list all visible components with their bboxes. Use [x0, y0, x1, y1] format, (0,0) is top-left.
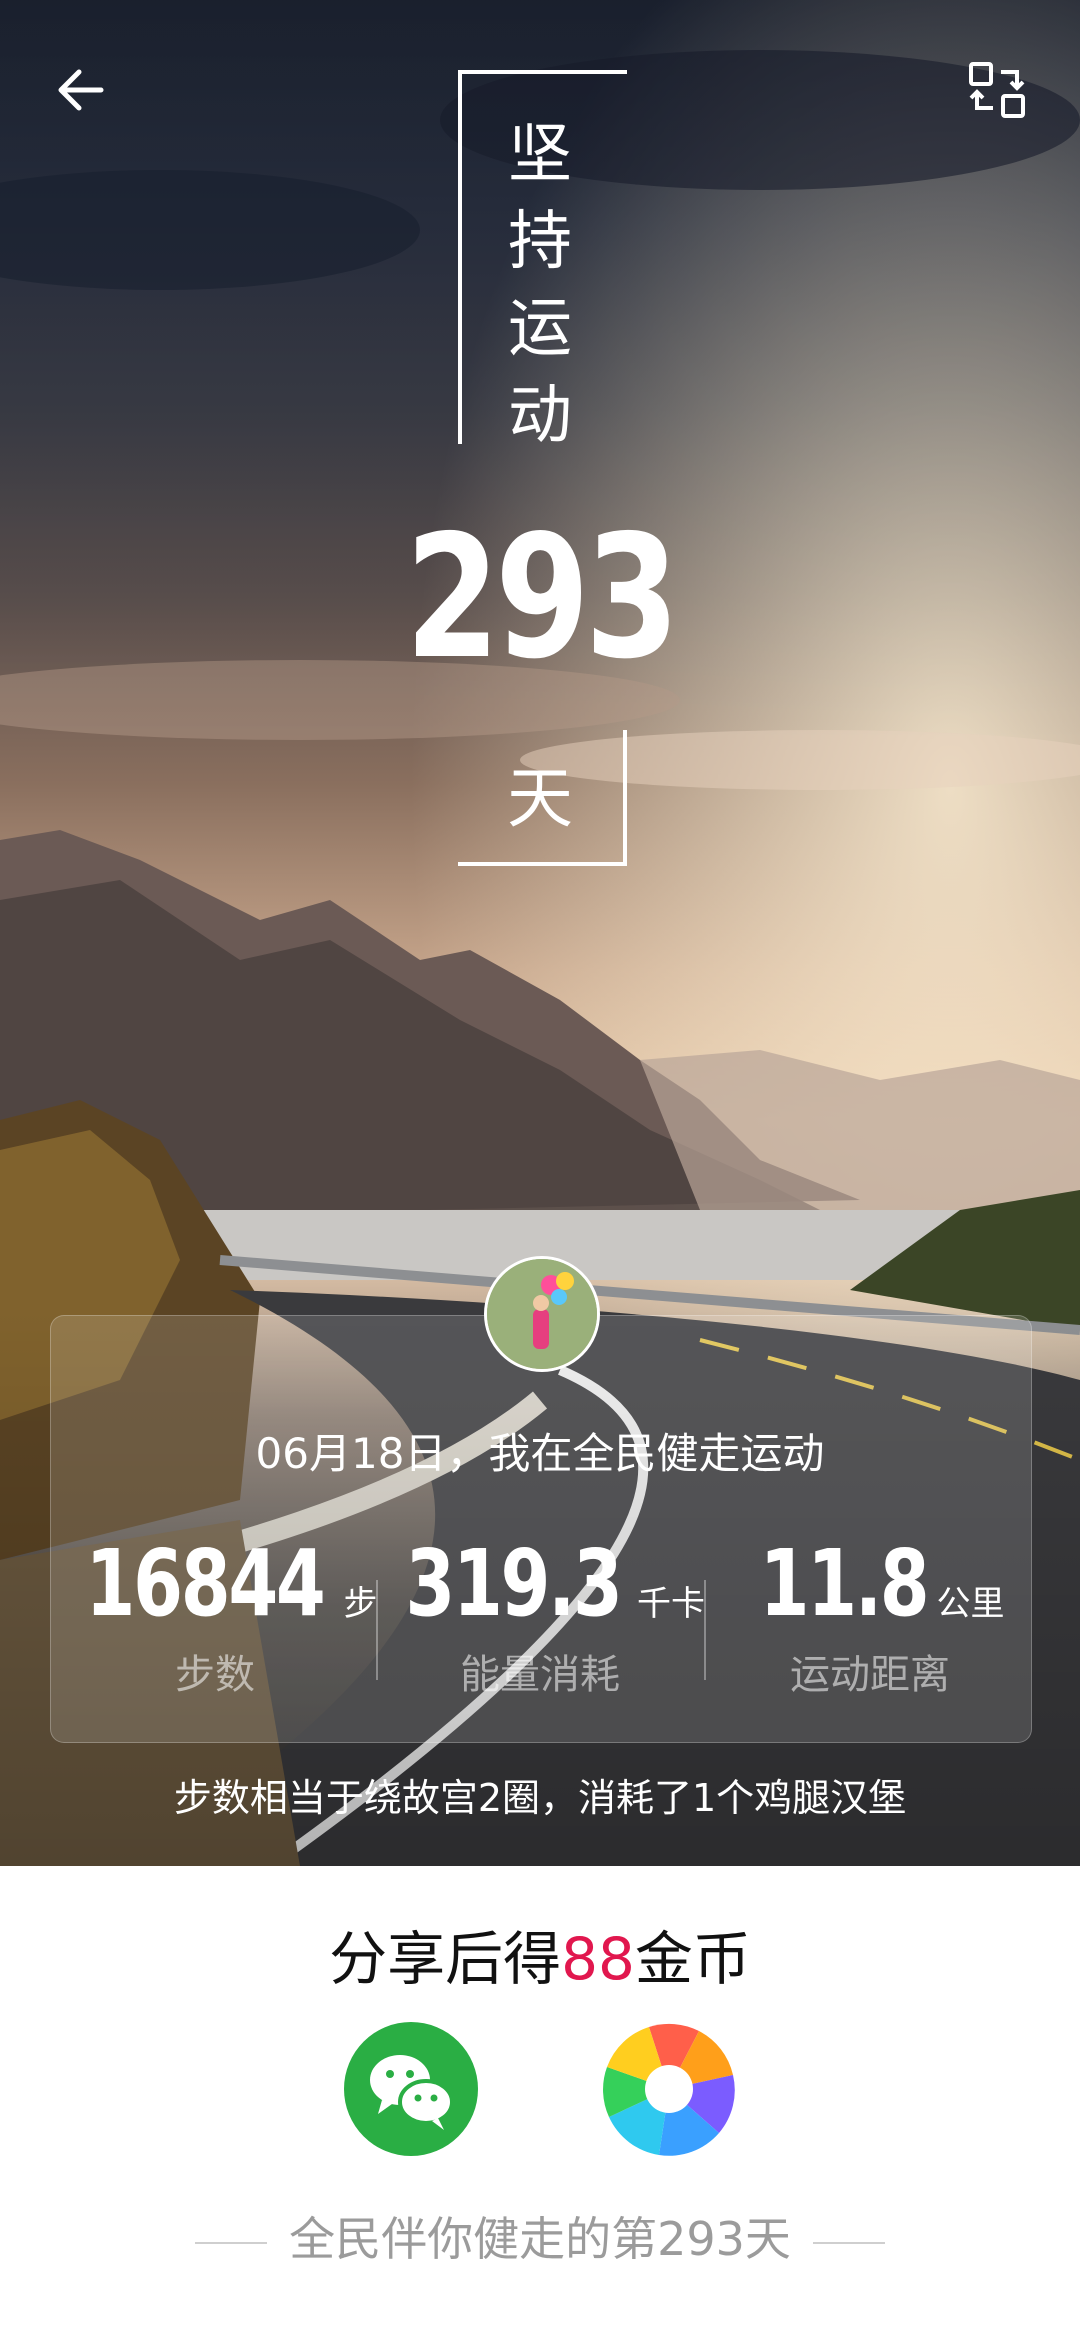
title-char: 动 [508, 379, 572, 453]
moments-share-button[interactable] [602, 2022, 736, 2156]
stat-steps: 16844 步 步数 [50, 1530, 380, 1698]
avatar-image [487, 1259, 597, 1369]
summary-text: 步数相当于绕故宫2圈，消耗了1个鸡腿汉堡 [173, 1776, 907, 1820]
stat-value: 16844 [86, 1530, 326, 1637]
arrow-left-icon [58, 69, 104, 111]
stat-value: 319.3 [405, 1530, 623, 1637]
title-char: 持 [508, 205, 572, 279]
wechat-share-button[interactable] [344, 2022, 478, 2156]
stat-value: 11.8 [759, 1530, 929, 1637]
switch-template-button[interactable] [952, 45, 1042, 135]
stat-energy: 319.3 千卡 能量消耗 [375, 1530, 706, 1698]
stat-label: 步数 [175, 1652, 255, 1698]
moments-icon [603, 2023, 735, 2156]
days-unit: 天 [507, 760, 573, 837]
share-title: 分享后得88金币 [0, 1912, 1080, 1996]
stat-label: 能量消耗 [460, 1652, 620, 1698]
title-char: 坚 [508, 118, 572, 192]
back-button[interactable] [36, 45, 126, 135]
title-char: 运 [508, 292, 572, 366]
wechat-icon [370, 2055, 454, 2130]
share-title-suffix: 金币 [634, 1925, 751, 1993]
stat-unit: 步 [343, 1584, 378, 1624]
stat-unit: 千卡 [637, 1584, 706, 1624]
date-line: 06月18日，我在全民健走运动 [255, 1429, 825, 1478]
stat-label: 运动距离 [790, 1652, 950, 1698]
stat-distance: 11.8 公里 运动距离 [705, 1530, 1035, 1698]
footer-line-left [195, 2241, 268, 2244]
vertical-title: 坚 持 运 动 [490, 112, 590, 460]
footer-text: 全民伴你健走的第293天 [289, 2212, 791, 2266]
footer: 全民伴你健走的第293天 [0, 2203, 1080, 2269]
switch-template-icon [969, 62, 1025, 118]
footer-line-right [812, 2241, 885, 2244]
days-count: 293 [405, 499, 679, 697]
coin-amount: 88 [561, 1925, 635, 1993]
avatar [484, 1256, 600, 1372]
stat-unit: 公里 [936, 1584, 1005, 1624]
share-title-prefix: 分享后得 [329, 1925, 562, 1993]
